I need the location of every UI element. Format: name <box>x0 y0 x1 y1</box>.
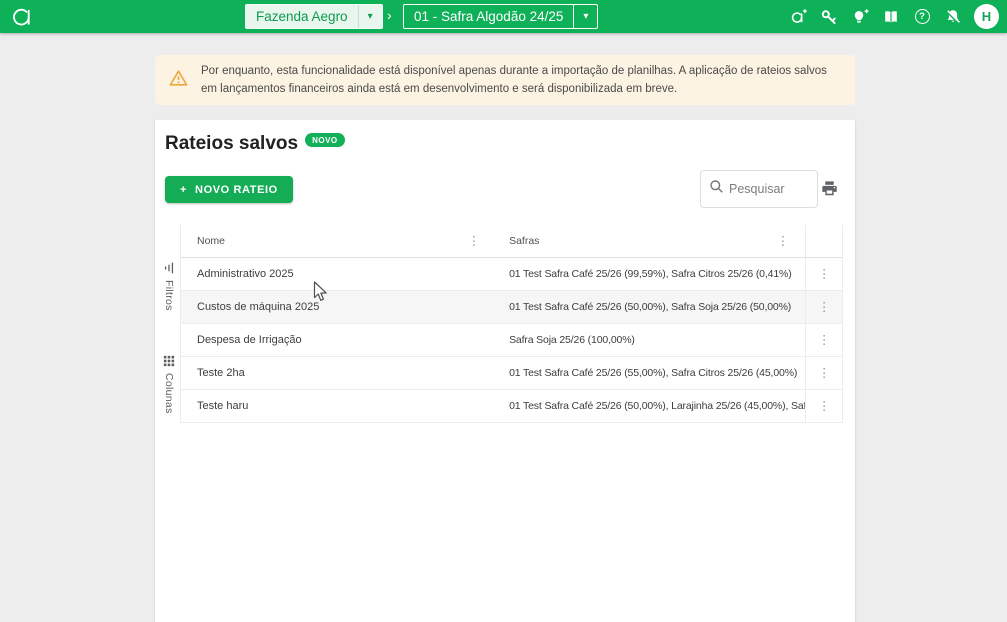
sidebar-tab-filtros[interactable]: Filtros <box>156 262 182 311</box>
column-menu-icon[interactable]: ⋮ <box>468 235 481 248</box>
row-nome-cell: Teste haru <box>181 390 490 422</box>
warning-text: Por enquanto, esta funcionalidade está d… <box>201 62 833 98</box>
page: Fazenda Aegro ▾ › 01 - Safra Algodão 24/… <box>0 0 1007 622</box>
novo-badge: NOVO <box>305 133 345 147</box>
invite-icon[interactable] <box>788 7 808 27</box>
warning-icon <box>169 69 188 92</box>
sidebar-tab-label: Colunas <box>163 373 175 414</box>
plus-icon: + <box>180 184 187 196</box>
sidebar-tab-colunas[interactable]: Colunas <box>156 355 182 414</box>
page-title: Rateios salvos <box>165 133 298 155</box>
row-safras-cell: 01 Test Safra Café 25/26 (99,59%), Safra… <box>490 258 805 290</box>
column-header-nome: Nome ⋮ <box>181 225 490 257</box>
column-menu-icon[interactable]: ⋮ <box>777 235 790 248</box>
rateios-table: Nome ⋮ Safras ⋮ Administrativo 2025 01 T… <box>180 225 843 423</box>
column-label: Nome <box>197 235 225 247</box>
column-label: Safras <box>509 235 539 247</box>
rateios-card: Rateios salvos NOVO + NOVO RATEIO <box>155 120 855 622</box>
row-menu-icon[interactable]: ⋮ <box>818 334 831 347</box>
sidebar-tab-label: Filtros <box>163 280 175 311</box>
idea-icon[interactable] <box>850 7 870 27</box>
row-actions-cell: ⋮ <box>805 357 842 389</box>
farm-selector-value: Fazenda Aegro <box>246 9 358 24</box>
academy-book-icon[interactable] <box>881 7 901 27</box>
new-rateio-label: NOVO RATEIO <box>195 184 278 196</box>
table-row[interactable]: Despesa de Irrigação Safra Soja 25/26 (1… <box>181 324 842 357</box>
card-title-row: Rateios salvos NOVO <box>165 133 345 155</box>
harvest-selector-value: 01 - Safra Algodão 24/25 <box>404 9 573 24</box>
table-header: Nome ⋮ Safras ⋮ <box>181 225 842 258</box>
row-actions-cell: ⋮ <box>805 258 842 290</box>
table-body: Administrativo 2025 01 Test Safra Café 2… <box>181 258 842 423</box>
row-menu-icon[interactable]: ⋮ <box>818 400 831 413</box>
farm-selector[interactable]: Fazenda Aegro ▾ <box>245 4 383 29</box>
appbar-icon-group: ? H <box>788 0 999 33</box>
row-actions-cell: ⋮ <box>805 390 842 422</box>
table-row[interactable]: Teste haru 01 Test Safra Café 25/26 (50,… <box>181 390 842 423</box>
help-icon[interactable]: ? <box>912 7 932 27</box>
row-menu-icon[interactable]: ⋮ <box>818 367 831 380</box>
filter-icon <box>163 262 175 274</box>
help-glyph: ? <box>915 9 930 24</box>
aegro-logo-icon[interactable] <box>9 3 35 34</box>
chevron-down-icon[interactable]: ▾ <box>358 5 382 28</box>
notifications-muted-icon[interactable] <box>943 7 963 27</box>
search-input[interactable] <box>729 182 809 196</box>
chevron-down-icon[interactable]: ▾ <box>573 5 597 28</box>
row-actions-cell: ⋮ <box>805 291 842 323</box>
row-menu-icon[interactable]: ⋮ <box>818 301 831 314</box>
row-nome-cell: Despesa de Irrigação <box>181 324 490 356</box>
column-header-actions <box>805 225 842 257</box>
column-header-safras: Safras ⋮ <box>490 225 805 257</box>
app-header: Fazenda Aegro ▾ › 01 - Safra Algodão 24/… <box>0 0 1007 33</box>
print-button[interactable] <box>821 180 838 202</box>
harvest-selector[interactable]: 01 - Safra Algodão 24/25 ▾ <box>403 4 598 29</box>
new-rateio-button[interactable]: + NOVO RATEIO <box>165 176 293 203</box>
row-nome-cell: Teste 2ha <box>181 357 490 389</box>
user-avatar[interactable]: H <box>974 4 999 29</box>
row-menu-icon[interactable]: ⋮ <box>818 268 831 281</box>
row-safras-cell: Safra Soja 25/26 (100,00%) <box>490 324 805 356</box>
row-safras-cell: 01 Test Safra Café 25/26 (55,00%), Safra… <box>490 357 805 389</box>
row-actions-cell: ⋮ <box>805 324 842 356</box>
search-icon <box>709 179 724 199</box>
row-nome-cell: Administrativo 2025 <box>181 258 490 290</box>
search-box <box>700 170 818 208</box>
table-row[interactable]: Teste 2ha 01 Test Safra Café 25/26 (55,0… <box>181 357 842 390</box>
key-icon[interactable] <box>819 7 839 27</box>
table-row[interactable]: Administrativo 2025 01 Test Safra Café 2… <box>181 258 842 291</box>
table-row[interactable]: Custos de máquina 2025 01 Test Safra Caf… <box>181 291 842 324</box>
breadcrumb-separator: › <box>387 7 392 23</box>
warning-banner: Por enquanto, esta funcionalidade está d… <box>155 55 855 105</box>
row-safras-cell: 01 Test Safra Café 25/26 (50,00%), Safra… <box>490 291 805 323</box>
columns-grid-icon <box>163 355 175 367</box>
row-safras-cell: 01 Test Safra Café 25/26 (50,00%), Laraj… <box>490 390 805 422</box>
row-nome-cell: Custos de máquina 2025 <box>181 291 490 323</box>
